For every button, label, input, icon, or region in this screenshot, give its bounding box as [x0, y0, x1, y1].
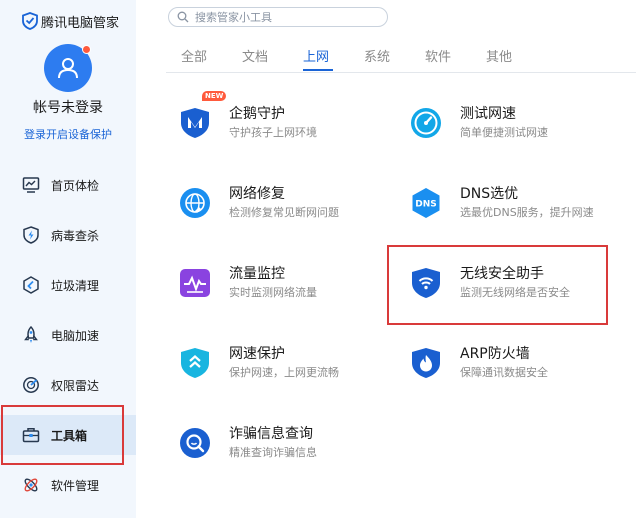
tool-name: DNS选优 [460, 186, 519, 202]
tab-all[interactable]: 全部 [181, 46, 207, 65]
tab-internet[interactable]: 上网 [303, 46, 329, 65]
radar-icon [23, 377, 39, 393]
sidebar-item-permission-radar[interactable]: 权限雷达 [0, 365, 136, 405]
tool-name: 流量监控 [229, 266, 285, 282]
tool-name: 诈骗信息查询 [229, 426, 313, 442]
account-status: 帐号未登录 [33, 100, 103, 116]
tool-name: 企鹅守护 [229, 106, 285, 122]
sidebar-item-software-manager[interactable]: 软件管理 [0, 465, 136, 505]
tool-desc: 精准查询诈骗信息 [229, 446, 317, 459]
tool-desc: 保护网速，上网更流畅 [229, 366, 339, 379]
notification-dot [82, 45, 91, 54]
fraud-search-icon [180, 428, 210, 458]
tool-desc: 保障通讯数据安全 [460, 366, 548, 379]
sidebar-item-junk-clean[interactable]: 垃圾清理 [0, 265, 136, 305]
sidebar-item-pc-boost[interactable]: 电脑加速 [0, 315, 136, 355]
tool-name: 网速保护 [229, 346, 285, 362]
tool-desc: 简单便捷测试网速 [460, 126, 548, 139]
tool-dns-optimize[interactable]: DNS DNS选优 选最优DNS服务，提升网速 [410, 186, 630, 237]
rocket-icon [24, 326, 38, 343]
speed-protect-icon [181, 348, 209, 378]
tool-name: 测试网速 [460, 106, 516, 122]
sidebar: 腾讯电脑管家 帐号未登录 登录开启设备保护 首页体检 病毒查杀 垃圾清理 电脑加… [0, 0, 136, 518]
tool-wifi-security[interactable]: 无线安全助手 监测无线网络是否安全 [410, 266, 630, 317]
tab-system[interactable]: 系统 [364, 46, 390, 65]
login-link[interactable]: 登录开启设备保护 [0, 126, 136, 142]
tool-speed-protect[interactable]: 网速保护 保护网速，上网更流畅 [179, 346, 399, 397]
tool-fraud-search[interactable]: 诈骗信息查询 精准查询诈骗信息 [179, 426, 399, 477]
active-tab-indicator [303, 69, 333, 71]
tool-desc: 选最优DNS服务，提升网速 [460, 206, 594, 219]
tool-name: ARP防火墙 [460, 346, 530, 362]
user-icon [58, 58, 78, 79]
tool-penguin-guard[interactable]: NEW 企鹅守护 守护孩子上网环境 [179, 91, 399, 157]
search-input[interactable] [195, 10, 375, 24]
toolbox-icon [22, 428, 40, 443]
tool-arp-firewall[interactable]: ARP防火墙 保障通讯数据安全 [410, 346, 630, 397]
tool-desc: 检测修复常见断网问题 [229, 206, 339, 219]
tool-desc: 监测无线网络是否安全 [460, 286, 570, 299]
new-badge: NEW [202, 91, 227, 101]
tool-network-repair[interactable]: 网络修复 检测修复常见断网问题 [179, 186, 399, 237]
tool-name: 无线安全助手 [460, 266, 544, 282]
traffic-monitor-icon [180, 269, 210, 297]
dns-icon-label: DNS [415, 200, 437, 210]
sidebar-item-toolbox[interactable]: 工具箱 [0, 415, 136, 455]
tab-software[interactable]: 软件 [425, 46, 451, 65]
tab-divider [166, 72, 636, 73]
network-repair-icon [180, 188, 210, 218]
penguin-guard-icon [181, 108, 209, 138]
avatar[interactable] [44, 44, 92, 92]
sidebar-item-label: 病毒查杀 [51, 229, 100, 243]
arp-firewall-icon [412, 348, 440, 378]
sidebar-item-label: 首页体检 [51, 179, 100, 193]
sidebar-item-label: 权限雷达 [51, 379, 100, 393]
speedometer-icon [411, 108, 441, 138]
software-icon [24, 478, 38, 492]
brand: 腾讯电脑管家 [22, 12, 120, 31]
search-icon [177, 11, 189, 23]
sidebar-item-label: 电脑加速 [51, 329, 100, 343]
shield-bolt-icon [23, 226, 39, 244]
tool-desc: 实时监测网络流量 [229, 286, 317, 299]
tencent-shield-logo-icon [22, 12, 38, 30]
tool-speed-test[interactable]: 测试网速 简单便捷测试网速 [410, 106, 630, 157]
clean-icon [23, 276, 39, 294]
sidebar-item-virus-scan[interactable]: 病毒查杀 [0, 215, 136, 255]
sidebar-item-label: 垃圾清理 [51, 279, 100, 293]
tab-other[interactable]: 其他 [486, 46, 512, 65]
tool-name: 网络修复 [229, 186, 285, 202]
search-box[interactable] [168, 7, 388, 27]
tool-traffic-monitor[interactable]: 流量监控 实时监测网络流量 [179, 266, 399, 317]
dns-icon: DNS [412, 188, 440, 218]
sidebar-item-home-check[interactable]: 首页体检 [0, 165, 136, 205]
app-title: 腾讯电脑管家 [41, 15, 120, 31]
tab-documents[interactable]: 文档 [242, 46, 268, 65]
sidebar-item-label: 软件管理 [51, 479, 100, 493]
tool-desc: 守护孩子上网环境 [229, 126, 317, 139]
wifi-shield-icon [412, 268, 440, 298]
sidebar-item-label: 工具箱 [51, 429, 88, 443]
monitor-icon [22, 177, 40, 193]
